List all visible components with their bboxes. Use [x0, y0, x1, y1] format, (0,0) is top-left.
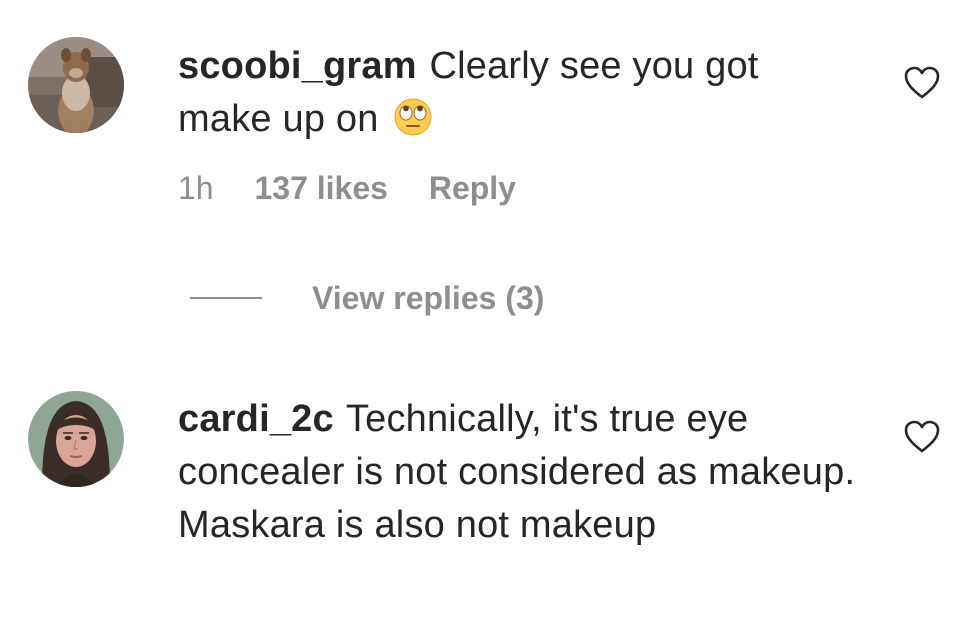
like-heart-icon[interactable]	[904, 420, 940, 454]
avatar-woman-image	[28, 391, 124, 487]
like-heart-icon[interactable]	[904, 66, 940, 100]
avatar-dog-image	[28, 37, 124, 133]
comment-meta: 1h 137 likes Reply	[178, 170, 548, 207]
comment-item: scoobi_gram Clearly see you got make up …	[0, 0, 962, 316]
comment-time: 1h	[178, 170, 214, 206]
comment-username[interactable]: scoobi_gram	[178, 45, 417, 87]
comment-body: scoobi_gram Clearly see you got make up …	[178, 40, 858, 146]
comments-section: scoobi_gram Clearly see you got make up …	[0, 0, 962, 624]
replies-divider-line	[190, 297, 262, 299]
comment-username[interactable]: cardi_2c	[178, 398, 334, 440]
comment-likes[interactable]: 137 likes	[254, 170, 387, 206]
reply-button[interactable]: Reply	[429, 170, 516, 206]
avatar[interactable]	[28, 391, 124, 487]
view-replies-button[interactable]: View replies (3)	[190, 276, 544, 320]
comment-body: cardi_2c Technically, it's true eye conc…	[178, 393, 858, 552]
face-with-rolling-eyes-icon	[393, 97, 433, 137]
avatar[interactable]	[28, 37, 124, 133]
comment-item: cardi_2c Technically, it's true eye conc…	[0, 380, 962, 624]
view-replies-label: View replies (3)	[312, 279, 545, 316]
